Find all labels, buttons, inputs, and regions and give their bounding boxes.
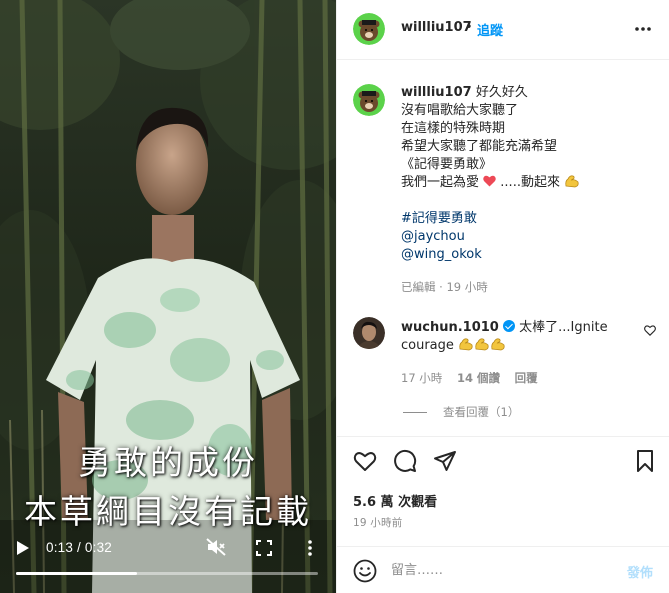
verified-badge-icon	[503, 320, 515, 332]
view-replies-button[interactable]: 查看回覆（1）	[403, 404, 519, 420]
more-options-vertical-icon[interactable]	[305, 539, 315, 557]
comment: wuchun.1010 太棒了...Ignite courage	[401, 319, 636, 355]
comment-input[interactable]	[391, 560, 611, 580]
post-comment-button[interactable]: 發佈	[627, 562, 653, 581]
bear-avatar-icon	[353, 13, 385, 45]
video-subtitle-line-1: 勇敢的成份	[78, 443, 258, 482]
comment-box: 發佈	[337, 546, 669, 593]
more-options-icon[interactable]	[634, 21, 652, 37]
video-player[interactable]: 勇敢的成份 本草綱目沒有記載 0:13 / 0:32	[0, 0, 336, 593]
video-progress-fill	[16, 572, 137, 575]
mention-link[interactable]: @jaychou	[401, 228, 651, 246]
share-paper-plane-icon[interactable]	[433, 449, 457, 473]
comment-username[interactable]: wuchun.1010	[401, 320, 499, 335]
hashtag-link[interactable]: #記得要勇敢	[401, 210, 651, 228]
fullscreen-icon[interactable]	[256, 540, 272, 556]
replies-divider	[403, 412, 427, 413]
video-progress-bar[interactable]	[16, 572, 318, 575]
flexed-biceps-icon	[565, 175, 579, 188]
caption-line: 我們一起為愛	[401, 175, 480, 190]
post-timestamp: 19 小時前	[353, 517, 403, 529]
post-caption: willliu107 好久好久 沒有唱歌給大家聽了 在這樣的特殊時期 希望大家聽…	[401, 84, 651, 264]
caption-line: 沒有唱歌給大家聽了	[401, 103, 519, 118]
like-comment-heart-icon[interactable]	[644, 325, 656, 336]
caption-line: .....動起來	[500, 175, 560, 190]
play-icon[interactable]	[16, 540, 30, 556]
reply-button[interactable]: 回覆	[515, 371, 538, 385]
video-time: 0:13 / 0:32	[46, 540, 113, 555]
comment-bubble-icon[interactable]	[393, 449, 417, 473]
flexed-biceps-icons	[459, 338, 505, 351]
red-heart-icon	[483, 175, 496, 187]
view-replies-label: 查看回覆（1）	[443, 405, 520, 419]
comment-time: 17 小時	[401, 371, 443, 385]
bear-avatar-icon	[353, 84, 385, 116]
mention-link[interactable]: @wing_okok	[401, 246, 651, 264]
profile-photo-icon	[353, 317, 385, 349]
caption-line: 在這樣的特殊時期	[401, 121, 506, 136]
separator-dot: •	[465, 20, 473, 35]
emoji-icon[interactable]	[353, 559, 377, 583]
follow-button[interactable]: 追蹤	[477, 20, 503, 39]
caption-line: 《記得要勇敢》	[401, 157, 493, 172]
action-bar: 5.6 萬 次觀看 19 小時前 發佈	[337, 436, 669, 593]
comment-likes[interactable]: 14 個讚	[457, 371, 500, 385]
post-header: willliu107 • 追蹤	[337, 0, 669, 60]
caption-line: 希望大家聽了都能充滿希望	[401, 139, 558, 154]
caption-avatar[interactable]	[353, 84, 385, 116]
post-sidebar: willliu107 • 追蹤 willliu107 好久好久 沒有唱歌給大家聽…	[336, 0, 669, 593]
caption-line: 好久好久	[475, 85, 528, 100]
video-subtitle-line-2: 本草綱目沒有記載	[24, 492, 312, 531]
header-username[interactable]: willliu107	[401, 20, 472, 35]
commenter-avatar[interactable]	[353, 317, 385, 349]
caption-meta: 已編輯 · 19 小時	[401, 280, 488, 294]
view-count[interactable]: 5.6 萬 次觀看	[353, 491, 437, 510]
muted-speaker-icon[interactable]	[206, 538, 226, 556]
caption-username[interactable]: willliu107	[401, 85, 472, 100]
like-heart-icon[interactable]	[353, 449, 377, 473]
save-bookmark-icon[interactable]	[633, 449, 657, 473]
comment-meta: 17 小時 14 個讚 回覆	[401, 370, 549, 386]
avatar[interactable]	[353, 13, 385, 45]
